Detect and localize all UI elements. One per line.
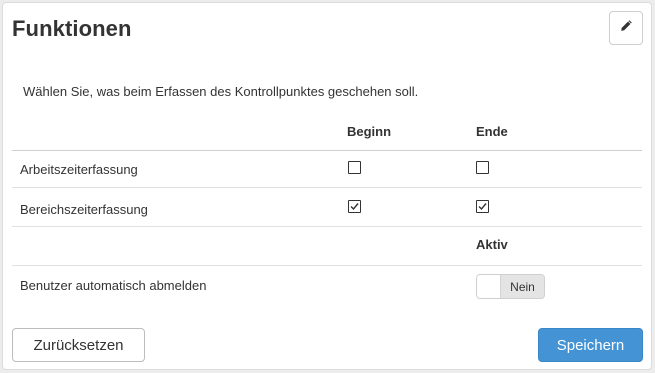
panel-description: Wählen Sie, was beim Erfassen des Kontro… <box>23 84 419 99</box>
checkbox-bereichszeit-begin[interactable] <box>348 200 361 213</box>
toggle-knob <box>477 275 501 298</box>
auto-logout-toggle[interactable]: Nein <box>476 274 545 299</box>
column-header-end: Ende <box>476 124 508 139</box>
header-divider <box>12 150 642 151</box>
reset-button[interactable]: Zurücksetzen <box>12 328 145 362</box>
auto-logout-label: Benutzer automatisch abmelden <box>20 278 207 293</box>
column-header-begin: Beginn <box>347 124 392 139</box>
panel-title: Funktionen <box>12 16 132 41</box>
row-divider <box>12 226 642 227</box>
row-divider <box>12 187 642 188</box>
checkmark-icon <box>478 203 487 211</box>
checkbox-arbeitszeit-begin[interactable] <box>348 161 361 174</box>
pencil-icon <box>620 19 633 37</box>
column-header-active: Aktiv <box>476 237 508 252</box>
edit-button[interactable] <box>609 11 643 45</box>
checkbox-arbeitszeit-end[interactable] <box>476 161 489 174</box>
checkbox-bereichszeit-end[interactable] <box>476 200 489 213</box>
save-button[interactable]: Speichern <box>538 328 643 362</box>
functions-panel: Funktionen Wählen Sie, was beim Erfassen… <box>2 2 652 370</box>
row-label-arbeitszeiterfassung: Arbeitszeiterfassung <box>20 162 138 177</box>
toggle-state-label: Nein <box>501 275 544 298</box>
row-divider <box>12 265 642 266</box>
checkmark-icon <box>350 203 359 211</box>
row-label-bereichszeiterfassung: Bereichszeiterfassung <box>20 202 148 217</box>
